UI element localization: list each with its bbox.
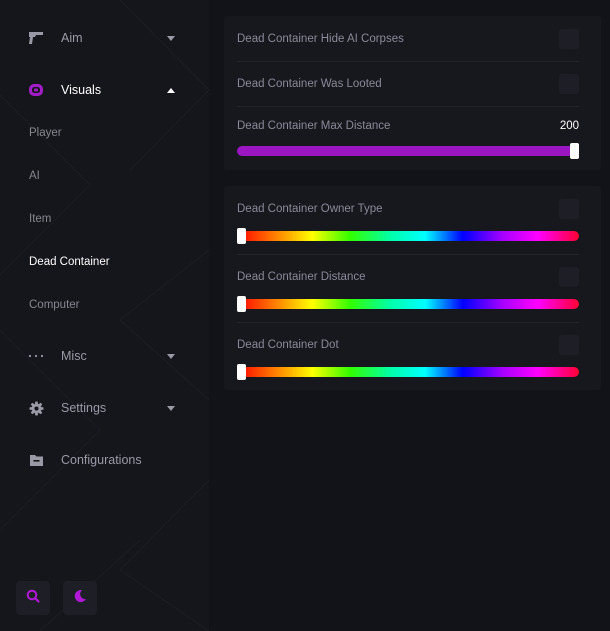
nav-item-configurations[interactable]: Configurations [0,440,209,480]
row-distance: Dead Container Distance [237,267,579,313]
dead-container-panel: Dead Container Hide AI Corpses Dead Cont… [224,16,601,170]
divider [237,106,579,107]
row-dot: Dead Container Dot [237,335,579,381]
sub-item-dead-container[interactable]: Dead Container [29,252,110,272]
distance-label: Dead Container Distance [237,271,366,283]
nav-item-visuals[interactable]: Visuals [0,70,209,110]
chevron-down-icon [166,33,176,43]
row-owner-type: Dead Container Owner Type [237,199,579,245]
sub-item-computer[interactable]: Computer [29,295,80,315]
was-looted-checkbox[interactable] [559,74,579,94]
max-distance-value: 200 [559,120,579,132]
owner-type-label: Dead Container Owner Type [237,203,383,215]
dot-checkbox[interactable] [559,335,579,355]
more-dots-icon [28,348,44,364]
eye-icon [28,82,44,98]
hide-ai-corpses-checkbox[interactable] [559,29,579,49]
slider-thumb[interactable] [237,296,246,312]
row-was-looted: Dead Container Was Looted [237,74,579,94]
nav-item-misc[interactable]: Misc [0,336,209,376]
dead-container-color-panel: Dead Container Owner Type Dead Container… [224,186,601,390]
gun-icon [28,30,44,46]
nav-label-misc: Misc [61,349,87,363]
chevron-down-icon [166,351,176,361]
nav-label-settings: Settings [61,401,107,415]
sub-item-ai[interactable]: AI [29,166,40,186]
main-content: Dead Container Hide AI Corpses Dead Cont… [209,0,610,631]
theme-toggle-button[interactable] [63,581,97,615]
slider-thumb[interactable] [237,228,246,244]
distance-checkbox[interactable] [559,267,579,287]
search-button[interactable] [16,581,50,615]
divider [237,61,579,62]
owner-type-checkbox[interactable] [559,199,579,219]
folder-icon [28,452,44,468]
nav-item-aim[interactable]: Aim [0,18,209,58]
chevron-down-icon [166,403,176,413]
dot-color-slider[interactable] [237,364,579,380]
sidebar: Aim Visuals Player AI Item Dead Containe… [0,0,209,631]
distance-color-slider[interactable] [237,296,579,312]
nav-item-settings[interactable]: Settings [0,388,209,428]
nav-label-visuals: Visuals [61,83,102,97]
max-distance-label: Dead Container Max Distance [237,120,391,132]
hide-ai-corpses-label: Dead Container Hide AI Corpses [237,33,404,45]
nav-label-configurations: Configurations [61,453,142,467]
sub-item-item[interactable]: Item [29,209,51,229]
gear-icon [28,400,44,416]
was-looted-label: Dead Container Was Looted [237,78,382,90]
max-distance-slider[interactable] [237,143,579,159]
slider-thumb[interactable] [237,364,246,380]
row-hide-ai-corpses: Dead Container Hide AI Corpses [237,29,579,49]
moon-icon [73,589,87,608]
search-icon [26,589,40,608]
sub-item-player[interactable]: Player [29,123,62,143]
divider [237,254,579,255]
divider [237,322,579,323]
owner-type-color-slider[interactable] [237,228,579,244]
nav-label-aim: Aim [61,31,83,45]
slider-thumb[interactable] [570,143,579,159]
row-max-distance: Dead Container Max Distance 200 [237,120,579,160]
chevron-up-icon [166,85,176,95]
dot-label: Dead Container Dot [237,339,339,351]
